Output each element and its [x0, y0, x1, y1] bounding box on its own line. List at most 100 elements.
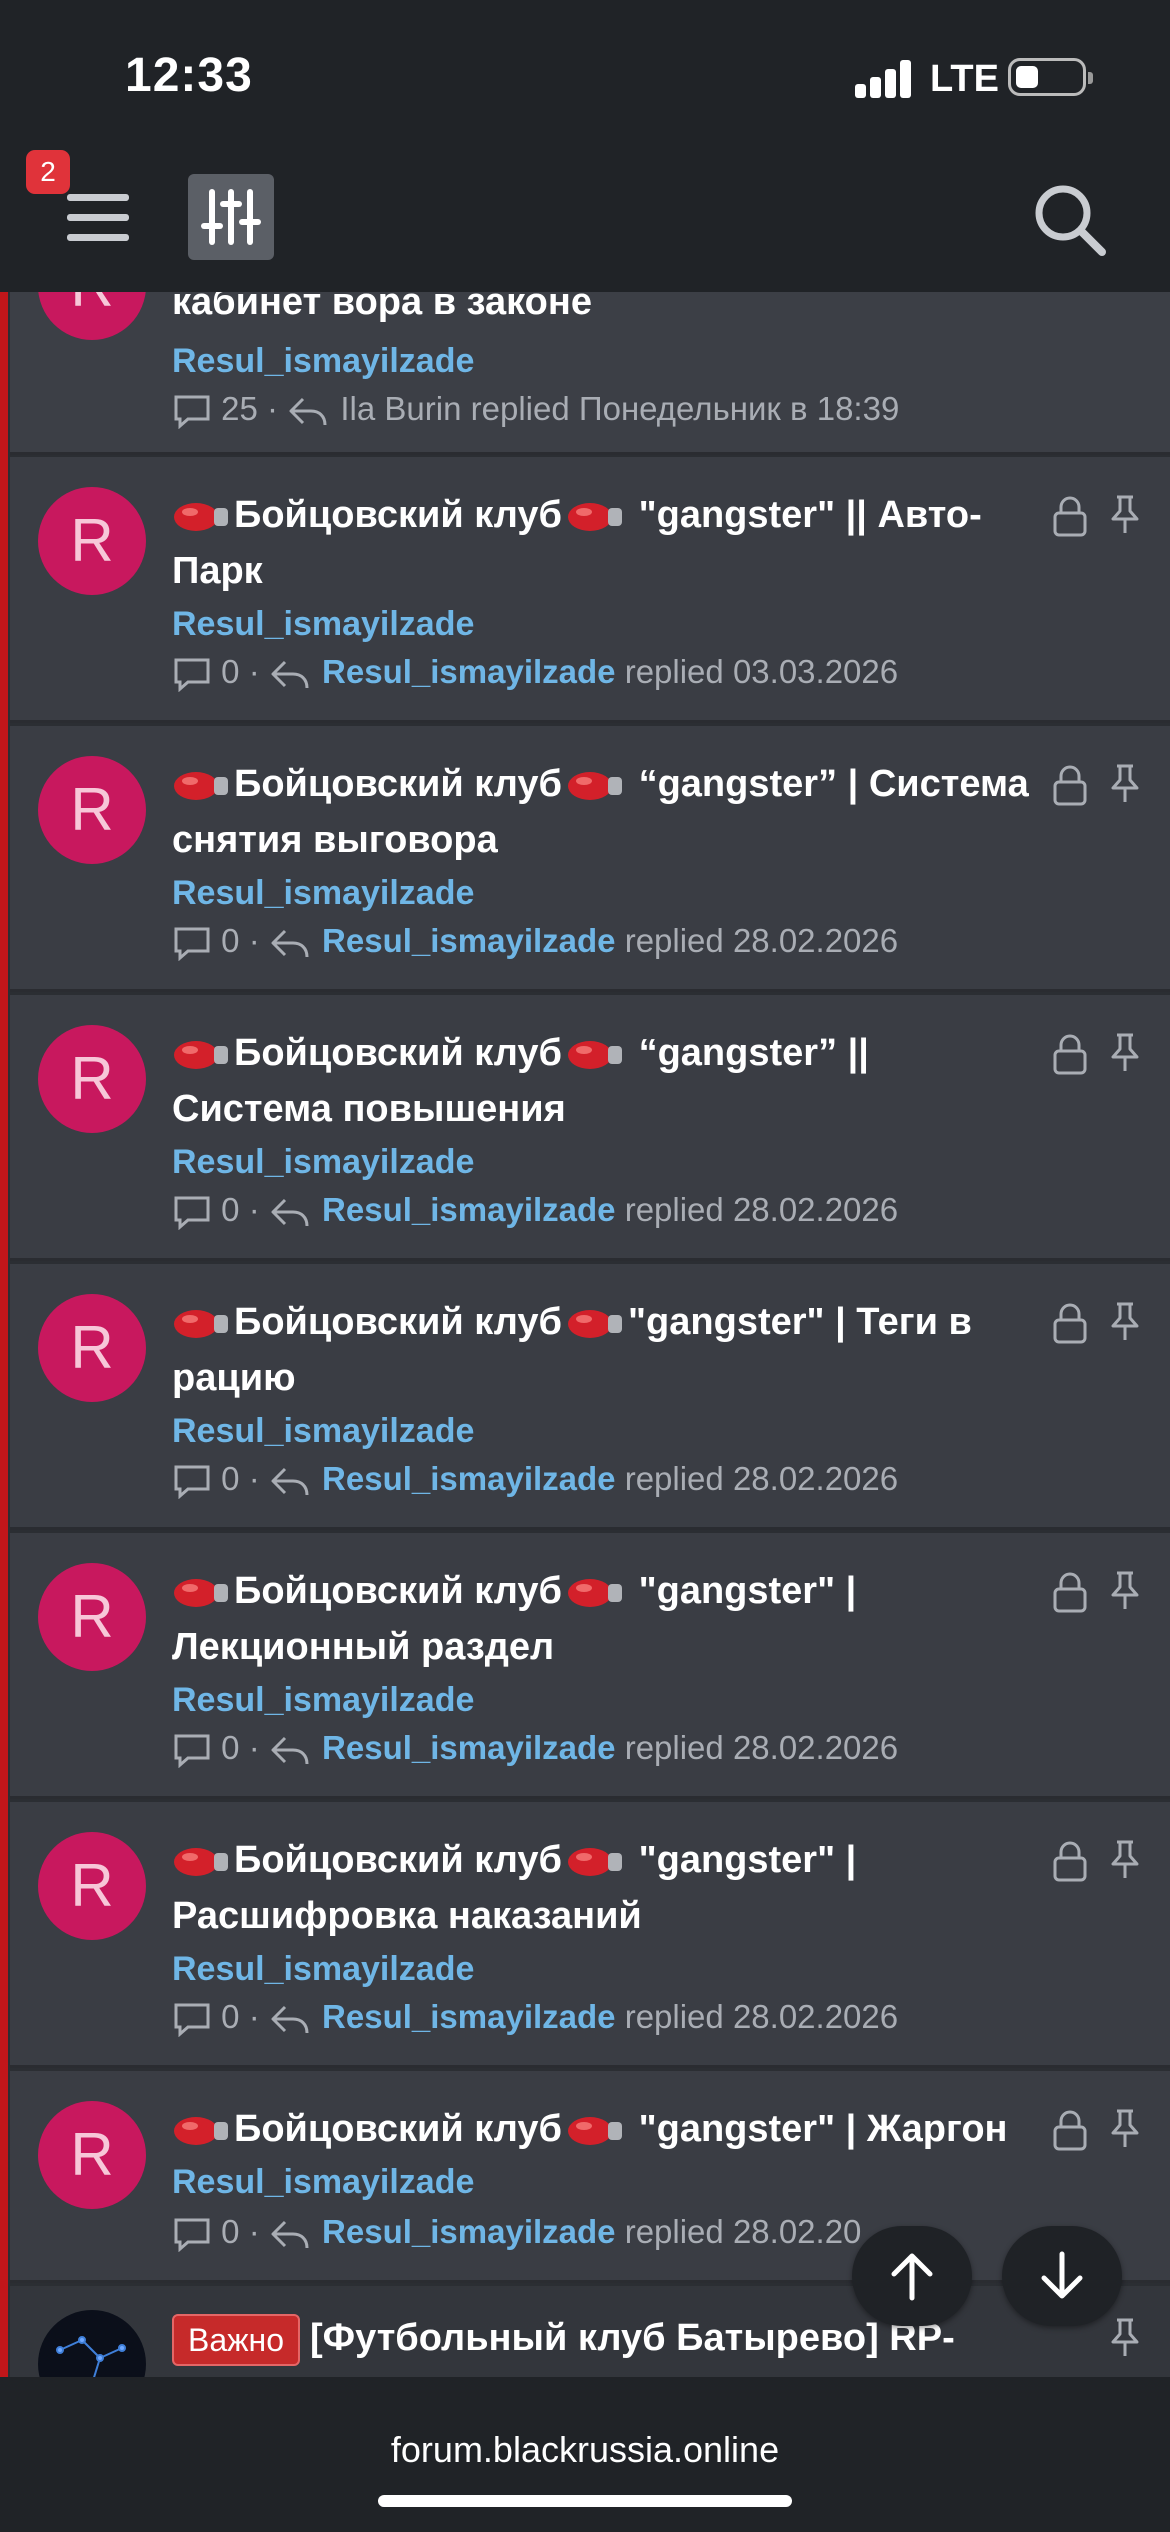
last-reply-user[interactable]: Resul_ismayilzade	[322, 922, 616, 959]
thread-author[interactable]: Resul_ismayilzade	[172, 874, 474, 913]
thread-list: R кабинет вора в законе Resul_ismayilzad…	[0, 292, 1170, 2377]
lock-icon	[1053, 1034, 1087, 1075]
thread-title[interactable]: Бойцовский клуб “gangster” | Система сня…	[172, 756, 1032, 868]
pin-icon	[1111, 1571, 1139, 1609]
boxing-glove-icon	[174, 771, 228, 800]
comment-icon	[174, 2218, 210, 2253]
scroll-up-button[interactable]	[852, 2226, 972, 2326]
reply-icon	[271, 1737, 309, 1765]
menu-button[interactable]	[62, 182, 132, 252]
important-label: Важно	[172, 2313, 301, 2366]
avatar[interactable]: R	[38, 1563, 146, 1671]
thread-meta: 0 · Resul_ismayilzade replied 28.02.2026	[172, 1998, 899, 2038]
avatar[interactable]: R	[38, 1832, 146, 1940]
last-reply-user[interactable]: Resul_ismayilzade	[322, 1998, 616, 2035]
constellation-avatar-icon	[56, 2336, 126, 2377]
thread-title[interactable]: Бойцовский клуб "gangster" | Жаргон	[172, 2101, 1052, 2157]
network-type: LTE	[930, 58, 999, 100]
thread-item[interactable]: Важно [Футбольный клуб Батырево] RP-	[10, 2286, 1170, 2377]
avatar[interactable]: R	[38, 756, 146, 864]
replied-label: replied	[624, 1729, 724, 1766]
thread-item[interactable]: R Бойцовский клуб "gangster" | Жаргон Re…	[10, 2071, 1170, 2283]
reply-icon	[271, 2221, 309, 2249]
lock-icon	[1053, 1303, 1087, 1344]
thread-item[interactable]: R Бойцовский клуб "gangster" | Теги в рац…	[10, 1264, 1170, 1530]
last-reply-date: 28.02.2026	[732, 922, 899, 959]
avatar[interactable]: R	[38, 1294, 146, 1402]
boxing-glove-icon	[568, 771, 623, 800]
last-reply-user[interactable]: Ila Burin	[340, 390, 461, 427]
pin-icon	[1111, 1840, 1139, 1878]
battery-icon	[1008, 58, 1093, 96]
avatar[interactable]: R	[38, 292, 146, 340]
filter-button[interactable]	[188, 174, 274, 260]
home-indicator[interactable]	[378, 2495, 792, 2507]
thread-meta: 0 · Resul_ismayilzade replied 28.02.2026	[172, 922, 899, 962]
boxing-glove-icon	[568, 2116, 623, 2145]
reply-icon	[271, 661, 309, 689]
thread-meta: 0 · Resul_ismayilzade replied 03.03.2026	[172, 653, 899, 693]
reply-icon	[271, 1199, 309, 1227]
thread-title[interactable]: Бойцовский клуб "gangster" | Теги в рацию	[172, 1294, 1032, 1406]
thread-item[interactable]: R кабинет вора в законе Resul_ismayilzad…	[10, 292, 1170, 455]
thread-author[interactable]: Resul_ismayilzade	[172, 1681, 474, 1720]
thread-title[interactable]: Бойцовский клуб “gangster” || Система по…	[172, 1025, 1032, 1137]
last-reply-user[interactable]: Resul_ismayilzade	[322, 1191, 616, 1228]
thread-item[interactable]: R Бойцовский клуб “gangster” | Система с…	[10, 726, 1170, 992]
boxing-glove-icon	[568, 1309, 623, 1338]
sticky-indicator-bar	[0, 292, 8, 2377]
comment-icon	[174, 1465, 210, 1500]
avatar[interactable]: R	[38, 487, 146, 595]
last-reply-date: 28.02.2026	[732, 1460, 899, 1497]
last-reply-date: 03.03.2026	[732, 653, 899, 690]
lock-icon	[1053, 2110, 1087, 2151]
pin-icon	[1111, 1302, 1139, 1340]
browser-address-bar: forum.blackrussia.online	[0, 2377, 1170, 2532]
avatar[interactable]	[38, 2310, 146, 2377]
boxing-glove-icon	[174, 2116, 228, 2145]
lock-icon	[1053, 1841, 1087, 1882]
thread-item[interactable]: R Бойцовский клуб “gangster” || Система …	[10, 995, 1170, 1261]
thread-author[interactable]: Resul_ismayilzade	[172, 1950, 474, 1989]
thread-author[interactable]: Resul_ismayilzade	[172, 2163, 474, 2202]
status-bar: 12:33 LTE	[0, 0, 1170, 150]
search-button[interactable]	[1030, 180, 1110, 260]
last-reply-user[interactable]: Resul_ismayilzade	[322, 1729, 616, 1766]
thread-author[interactable]: Resul_ismayilzade	[172, 605, 474, 644]
reply-icon	[289, 398, 327, 426]
last-reply-user[interactable]: Resul_ismayilzade	[322, 2213, 616, 2250]
last-reply-user[interactable]: Resul_ismayilzade	[322, 1460, 616, 1497]
reply-count: 0	[221, 1998, 240, 2035]
lock-icon	[1053, 1572, 1087, 1613]
thread-author[interactable]: Resul_ismayilzade	[172, 1143, 474, 1182]
thread-title[interactable]: Бойцовский клуб "gangster" | Лекционный …	[172, 1563, 1032, 1675]
replied-label: replied	[470, 390, 570, 427]
arrow-up-icon	[891, 2253, 933, 2301]
comment-icon	[174, 395, 210, 430]
pin-icon	[1111, 2109, 1139, 2147]
lock-icon	[1053, 496, 1087, 537]
address-url[interactable]: forum.blackrussia.online	[0, 2429, 1170, 2471]
thread-item[interactable]: R Бойцовский клуб "gangster" | Лекционны…	[10, 1533, 1170, 1799]
thread-title[interactable]: кабинет вора в законе	[172, 292, 1032, 330]
last-reply-date: 28.02.2026	[732, 1729, 899, 1766]
thread-item[interactable]: R Бойцовский клуб "gangster" | Расшифров…	[10, 1802, 1170, 2068]
last-reply-date: 28.02.20	[732, 2213, 862, 2250]
thread-title[interactable]: Бойцовский клуб "gangster" || Авто-Парк	[172, 487, 1032, 599]
lock-icon	[1053, 765, 1087, 806]
thread-item[interactable]: R Бойцовский клуб "gangster" || Авто-Пар…	[10, 457, 1170, 723]
reply-count: 0	[221, 2213, 240, 2250]
last-reply-user[interactable]: Resul_ismayilzade	[322, 653, 616, 690]
thread-author[interactable]: Resul_ismayilzade	[172, 342, 474, 381]
pin-icon	[1111, 1033, 1139, 1071]
thread-author[interactable]: Resul_ismayilzade	[172, 1412, 474, 1451]
thread-meta: 25 · Ila Burin replied Понедельник в 18:…	[172, 390, 899, 430]
thread-title[interactable]: Бойцовский клуб "gangster" | Расшифровка…	[172, 1832, 1032, 1944]
avatar[interactable]: R	[38, 2101, 146, 2209]
last-reply-date: 28.02.2026	[732, 1998, 899, 2035]
boxing-glove-icon	[174, 1847, 228, 1876]
avatar[interactable]: R	[38, 1025, 146, 1133]
replied-label: replied	[624, 653, 724, 690]
scroll-down-button[interactable]	[1002, 2226, 1122, 2326]
comment-icon	[174, 1734, 210, 1769]
